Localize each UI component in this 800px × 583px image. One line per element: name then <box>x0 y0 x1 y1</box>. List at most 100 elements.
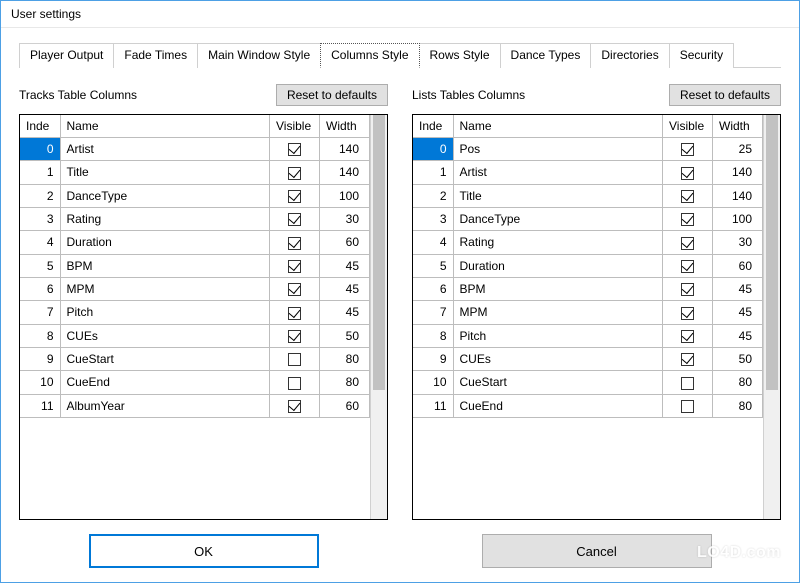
cell-name[interactable]: CueEnd <box>453 394 663 417</box>
table-row[interactable]: 7Pitch45 <box>20 301 370 324</box>
cell-index[interactable]: 6 <box>20 277 60 300</box>
cell-index[interactable]: 7 <box>413 301 453 324</box>
cell-width[interactable]: 45 <box>320 254 370 277</box>
cell-index[interactable]: 6 <box>413 277 453 300</box>
table-row[interactable]: 11AlbumYear60 <box>20 394 370 417</box>
cell-index[interactable]: 9 <box>20 347 60 370</box>
cell-index[interactable]: 7 <box>20 301 60 324</box>
cell-name[interactable]: DanceType <box>60 184 270 207</box>
visible-checkbox[interactable] <box>681 260 694 273</box>
table-row[interactable]: 9CueStart80 <box>20 347 370 370</box>
cell-width[interactable]: 140 <box>320 161 370 184</box>
cell-index[interactable]: 11 <box>20 394 60 417</box>
th-name[interactable]: Name <box>60 115 270 138</box>
cell-name[interactable]: AlbumYear <box>60 394 270 417</box>
table-row[interactable]: 1Artist140 <box>413 161 763 184</box>
th-index[interactable]: Inde <box>413 115 453 138</box>
cell-name[interactable]: CueStart <box>60 347 270 370</box>
cell-width[interactable]: 140 <box>713 184 763 207</box>
cell-width[interactable]: 45 <box>320 301 370 324</box>
table-row[interactable]: 4Duration60 <box>20 231 370 254</box>
cell-visible[interactable] <box>270 184 320 207</box>
cell-width[interactable]: 50 <box>713 347 763 370</box>
cell-visible[interactable] <box>270 161 320 184</box>
cell-index[interactable]: 10 <box>413 371 453 394</box>
th-visible[interactable]: Visible <box>270 115 320 138</box>
cell-width[interactable]: 60 <box>713 254 763 277</box>
visible-checkbox[interactable] <box>681 190 694 203</box>
visible-checkbox[interactable] <box>681 167 694 180</box>
th-index[interactable]: Inde <box>20 115 60 138</box>
cell-index[interactable]: 2 <box>20 184 60 207</box>
cell-width[interactable]: 100 <box>320 184 370 207</box>
cell-visible[interactable] <box>270 301 320 324</box>
cell-visible[interactable] <box>270 207 320 230</box>
scrollbar-thumb[interactable] <box>766 115 778 390</box>
cell-visible[interactable] <box>270 347 320 370</box>
cell-index[interactable]: 0 <box>413 138 453 161</box>
cell-index[interactable]: 5 <box>413 254 453 277</box>
cell-name[interactable]: Duration <box>60 231 270 254</box>
cell-visible[interactable] <box>270 231 320 254</box>
visible-checkbox[interactable] <box>288 213 301 226</box>
cell-index[interactable]: 2 <box>413 184 453 207</box>
tracks-reset-button[interactable]: Reset to defaults <box>276 84 388 106</box>
cell-visible[interactable] <box>270 324 320 347</box>
cell-name[interactable]: Duration <box>453 254 663 277</box>
cell-index[interactable]: 11 <box>413 394 453 417</box>
cell-visible[interactable] <box>663 301 713 324</box>
cell-width[interactable]: 80 <box>713 371 763 394</box>
cell-name[interactable]: MPM <box>453 301 663 324</box>
visible-checkbox[interactable] <box>288 237 301 250</box>
cell-width[interactable]: 45 <box>713 324 763 347</box>
table-row[interactable]: 4Rating30 <box>413 231 763 254</box>
cell-name[interactable]: Title <box>453 184 663 207</box>
table-row[interactable]: 3Rating30 <box>20 207 370 230</box>
cell-name[interactable]: Pitch <box>453 324 663 347</box>
visible-checkbox[interactable] <box>288 353 301 366</box>
cell-width[interactable]: 45 <box>713 277 763 300</box>
cell-name[interactable]: CUEs <box>453 347 663 370</box>
cell-visible[interactable] <box>663 347 713 370</box>
tab-fade-times[interactable]: Fade Times <box>113 43 198 68</box>
cell-name[interactable]: Rating <box>453 231 663 254</box>
cell-name[interactable]: Pos <box>453 138 663 161</box>
tab-dance-types[interactable]: Dance Types <box>500 43 592 68</box>
cell-width[interactable]: 45 <box>713 301 763 324</box>
table-row[interactable]: 7MPM 45 <box>413 301 763 324</box>
ok-button[interactable]: OK <box>89 534 319 568</box>
cell-width[interactable]: 140 <box>320 138 370 161</box>
cell-name[interactable]: Artist <box>453 161 663 184</box>
cell-visible[interactable] <box>663 254 713 277</box>
visible-checkbox[interactable] <box>681 143 694 156</box>
cell-visible[interactable] <box>663 184 713 207</box>
cell-index[interactable]: 3 <box>413 207 453 230</box>
th-width[interactable]: Width <box>713 115 763 138</box>
cell-width[interactable]: 80 <box>713 394 763 417</box>
cell-width[interactable]: 45 <box>320 277 370 300</box>
cell-visible[interactable] <box>663 231 713 254</box>
cell-index[interactable]: 1 <box>20 161 60 184</box>
cell-visible[interactable] <box>663 207 713 230</box>
cell-visible[interactable] <box>270 394 320 417</box>
visible-checkbox[interactable] <box>288 260 301 273</box>
table-row[interactable]: 0Pos 25 <box>413 138 763 161</box>
table-row[interactable]: 11CueEnd 80 <box>413 394 763 417</box>
cell-name[interactable]: Artist <box>60 138 270 161</box>
lists-scrollbar[interactable] <box>763 115 780 519</box>
table-row[interactable]: 9CUEs50 <box>413 347 763 370</box>
visible-checkbox[interactable] <box>681 377 694 390</box>
table-row[interactable]: 8CUEs50 <box>20 324 370 347</box>
visible-checkbox[interactable] <box>681 237 694 250</box>
cell-index[interactable]: 4 <box>413 231 453 254</box>
th-width[interactable]: Width <box>320 115 370 138</box>
table-row[interactable]: 2Title 140 <box>413 184 763 207</box>
visible-checkbox[interactable] <box>288 167 301 180</box>
cell-width[interactable]: 25 <box>713 138 763 161</box>
cell-width[interactable]: 50 <box>320 324 370 347</box>
visible-checkbox[interactable] <box>288 330 301 343</box>
visible-checkbox[interactable] <box>288 143 301 156</box>
cell-name[interactable]: CUEs <box>60 324 270 347</box>
table-row[interactable]: 6MPM45 <box>20 277 370 300</box>
cell-name[interactable]: Rating <box>60 207 270 230</box>
